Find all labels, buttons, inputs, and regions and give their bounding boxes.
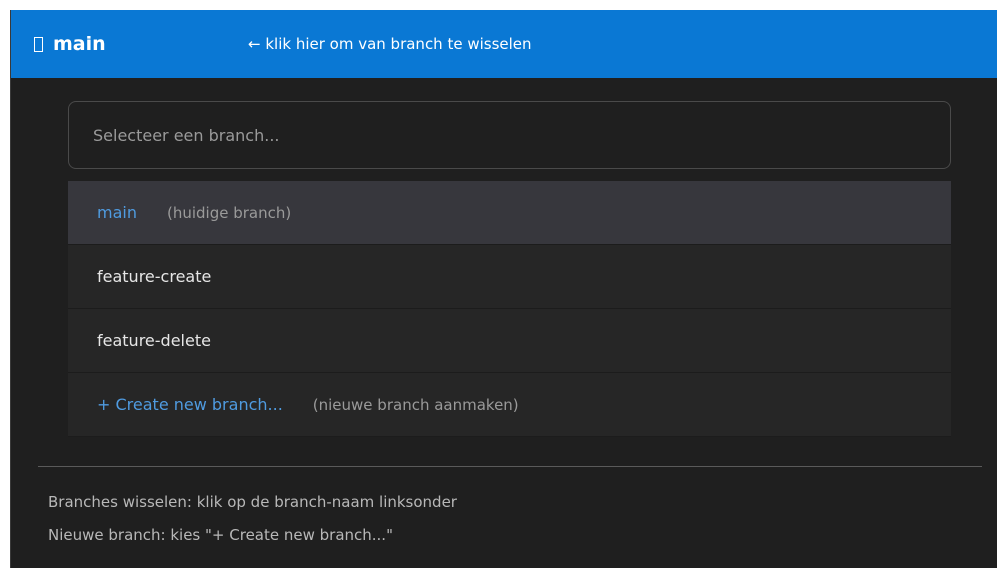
help-line-new: Nieuwe branch: kies "+ Create new branch… — [48, 526, 393, 544]
divider — [38, 466, 982, 467]
branch-search-input[interactable] — [68, 101, 951, 169]
branch-item-label: main — [97, 203, 137, 222]
branch-switcher-button[interactable]: main — [34, 10, 106, 78]
branch-item-label: feature-delete — [97, 331, 211, 350]
branch-icon — [34, 36, 43, 52]
branch-hint-text: ← klik hier om van branch te wisselen — [248, 35, 532, 53]
branch-item-label: feature-create — [97, 267, 212, 286]
help-line-switch: Branches wisselen: klik op de branch-naa… — [48, 493, 457, 511]
create-branch-note: (nieuwe branch aanmaken) — [312, 395, 519, 414]
branch-item-feature-create[interactable]: feature-create — [68, 245, 951, 309]
create-branch-label: + Create new branch... — [97, 395, 283, 414]
create-new-branch-item[interactable]: + Create new branch... (nieuwe branch aa… — [68, 373, 951, 437]
current-branch-label: main — [53, 33, 106, 55]
branch-item-feature-delete[interactable]: feature-delete — [68, 309, 951, 373]
branch-item-main[interactable]: main (huidige branch) — [68, 181, 951, 245]
branch-item-note: (huidige branch) — [166, 203, 292, 222]
branch-picker: main (huidige branch) feature-create fea… — [68, 101, 951, 437]
help-text: Branches wisselen: klik op de branch-naa… — [48, 486, 457, 552]
branch-list: main (huidige branch) feature-create fea… — [68, 181, 951, 437]
status-bar: main ← klik hier om van branch te wissel… — [11, 10, 997, 78]
editor-window: main ← klik hier om van branch te wissel… — [10, 10, 997, 568]
